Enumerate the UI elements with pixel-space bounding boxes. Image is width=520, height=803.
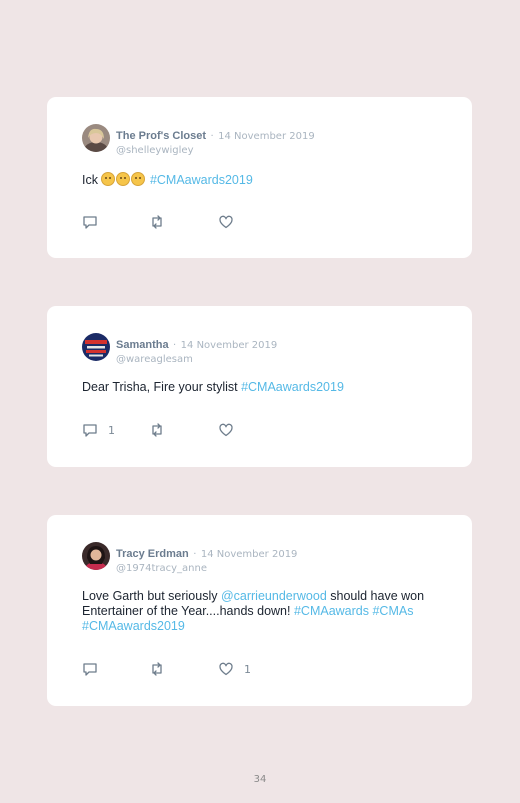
tweet-card: Samantha · 14 November 2019 @wareaglesam… — [47, 306, 472, 467]
retweet-icon — [152, 423, 162, 437]
hashtag-link[interactable]: #CMAawards — [294, 604, 369, 618]
retweet-icon — [152, 215, 162, 229]
reply-button[interactable]: 1 — [82, 422, 115, 438]
tweet-text-segment: Dear Trisha, Fire your stylist — [82, 380, 242, 394]
tweet-card: The Prof's Closet · 14 November 2019 @sh… — [47, 97, 472, 258]
avatar[interactable] — [82, 124, 110, 152]
tweet-date[interactable]: 14 November 2019 — [181, 340, 278, 351]
avatar[interactable] — [82, 333, 110, 361]
reply-icon — [83, 663, 97, 676]
avatar-image — [82, 333, 110, 361]
page-number: 34 — [253, 774, 267, 785]
author-name[interactable]: Samantha — [116, 339, 169, 351]
tweet-text: Dear Trisha, Fire your stylist #CMAaward… — [82, 380, 432, 395]
retweet-button[interactable] — [149, 661, 175, 677]
like-count: 1 — [244, 662, 251, 676]
tweet-actions: 1 — [82, 661, 251, 677]
reply-icon — [83, 216, 97, 229]
retweet-button[interactable] — [149, 214, 175, 230]
avatar-image — [82, 542, 110, 570]
author-handle[interactable]: @wareaglesam — [116, 354, 277, 365]
confused-face-emoji-icon — [101, 172, 116, 186]
tweet-text-segment: Ick — [82, 173, 102, 187]
tweet-text-segment: Love Garth but seriously — [82, 589, 221, 603]
tweet-text: Love Garth but seriously @carrieunderwoo… — [82, 589, 432, 634]
reply-button[interactable] — [82, 661, 108, 677]
hashtag-link[interactable]: #CMAs — [372, 604, 413, 618]
retweet-icon — [152, 662, 162, 676]
reply-count: 1 — [108, 423, 115, 437]
heart-icon — [219, 662, 233, 676]
like-button[interactable] — [218, 422, 244, 438]
like-button[interactable]: 1 — [218, 661, 251, 677]
hashtag-link[interactable]: #CMAawards2019 — [82, 619, 185, 633]
hashtag-link[interactable]: #CMAawards2019 — [241, 380, 344, 394]
tweet-date[interactable]: 14 November 2019 — [201, 549, 298, 560]
separator-dot: · — [210, 131, 214, 142]
confused-face-emoji-icon — [116, 172, 131, 186]
tweet-card: Tracy Erdman · 14 November 2019 @1974tra… — [47, 515, 472, 706]
tweet-actions — [82, 214, 242, 230]
separator-dot: · — [193, 549, 197, 560]
like-button[interactable] — [218, 214, 244, 230]
heart-icon — [219, 423, 233, 437]
reply-button[interactable] — [82, 214, 108, 230]
avatar-image — [82, 124, 110, 152]
author-handle[interactable]: @1974tracy_anne — [116, 563, 297, 574]
avatar[interactable] — [82, 542, 110, 570]
mention-link[interactable]: @carrieunderwood — [221, 589, 327, 603]
confused-face-emoji-icon — [131, 172, 146, 186]
hashtag-link[interactable]: #CMAawards2019 — [150, 173, 253, 187]
tweet-date[interactable]: 14 November 2019 — [218, 131, 315, 142]
tweet-text: Ick #CMAawards2019 — [82, 172, 432, 188]
heart-icon — [219, 215, 233, 229]
retweet-button[interactable] — [149, 422, 175, 438]
author-name[interactable]: The Prof's Closet — [116, 130, 206, 142]
tweet-actions: 1 — [82, 422, 242, 438]
separator-dot: · — [173, 340, 177, 351]
author-handle[interactable]: @shelleywigley — [116, 145, 315, 156]
author-name[interactable]: Tracy Erdman — [116, 548, 189, 560]
reply-icon — [83, 424, 97, 437]
